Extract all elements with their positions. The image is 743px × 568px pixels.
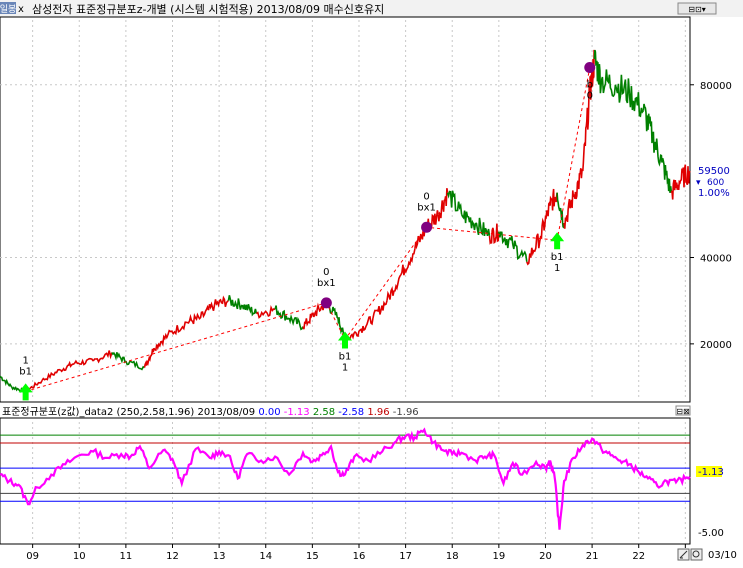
indicator-header-value: 0.00 (258, 407, 280, 418)
signal-label: b (587, 80, 593, 91)
current-price-label: 59500 (698, 166, 730, 177)
x-tick-label: 11 (120, 551, 133, 562)
indicator-value-label: -1.13 (698, 467, 724, 478)
price-tick-label: 20000 (700, 340, 732, 351)
indicator-controls-icon: ⊟⊠ (676, 407, 689, 416)
signal-label: 0 (587, 91, 593, 102)
signal-label: b1 (19, 366, 32, 377)
chart-title: 삼성전자 표준정규분포z-개별 (시스템 시험적용) 2013/08/09 매수… (32, 3, 384, 16)
close-icon[interactable]: x (18, 4, 24, 15)
signal-label: 1 (554, 263, 560, 274)
x-tick-label: 10 (73, 551, 86, 562)
indicator-header-text: 표준정규분포(z값)_data2 (250,2.58,1.96) 2013/08… (2, 406, 419, 418)
chart-canvas: 일봉 x 삼성전자 표준정규분포z-개별 (시스템 시험적용) 2013/08/… (0, 0, 743, 562)
price-tick-label: 80000 (700, 81, 732, 92)
price-tick-label: 40000 (700, 254, 732, 265)
signal-dot (584, 62, 596, 73)
x-tick-label: 09 (26, 551, 39, 562)
x-tick-label: 22 (632, 551, 645, 562)
x-tick-label: 15 (306, 551, 319, 562)
indicator-header-value: -1.96 (390, 407, 419, 418)
window-controls-icon: ⊟⊡▾ (688, 5, 705, 14)
x-tick-label: 21 (586, 551, 599, 562)
signal-dot (421, 221, 433, 233)
indicator-header-value: 2.58 (310, 407, 335, 418)
indicator-header-value: -2.58 (335, 407, 364, 418)
indicator-header-value: 1.96 (364, 407, 389, 418)
signal-label: b1 (551, 252, 564, 263)
indicator-header-value: -1.13 (281, 407, 310, 418)
indicator-axis-label: -5.00 (698, 528, 724, 539)
volume-label: 600 (707, 178, 724, 188)
period-badge-label: 일봉 (0, 4, 16, 15)
chart-window: 일봉 x 삼성전자 표준정규분포z-개별 (시스템 시험적용) 2013/08/… (0, 0, 743, 564)
x-tick-label: 19 (492, 551, 505, 562)
x-tick-label: 14 (259, 551, 272, 562)
x-tick-label: 17 (399, 551, 412, 562)
signal-label: 0 (423, 191, 429, 202)
indicator-header-prefix: 표준정규분포(z값)_data2 (250,2.58,1.96) 2013/08… (2, 406, 255, 418)
price-axis: 20000 40000 80000 (690, 81, 732, 351)
x-tick-label: 12 (166, 551, 179, 562)
signal-label: 1 (22, 355, 28, 366)
x-tick-label: 16 (353, 551, 366, 562)
signal-label: b1 (339, 352, 352, 363)
x-tick-label: 18 (446, 551, 459, 562)
indicator-panel (0, 417, 691, 545)
signal-label: 1 (342, 363, 348, 374)
signal-label: 0 (323, 267, 329, 278)
footer-date: 03/10 (708, 550, 737, 561)
change-pct-label: 1.00% (698, 188, 730, 199)
signal-dot (320, 297, 332, 309)
signal-label: bx1 (417, 202, 436, 213)
x-tick-label: 13 (213, 551, 226, 562)
x-tick-label: 20 (539, 551, 552, 562)
volume-marker-icon: ▾ (696, 178, 701, 188)
x-axis: 09101112131415161718192021222 (26, 544, 689, 562)
signal-label: bx1 (317, 278, 336, 289)
